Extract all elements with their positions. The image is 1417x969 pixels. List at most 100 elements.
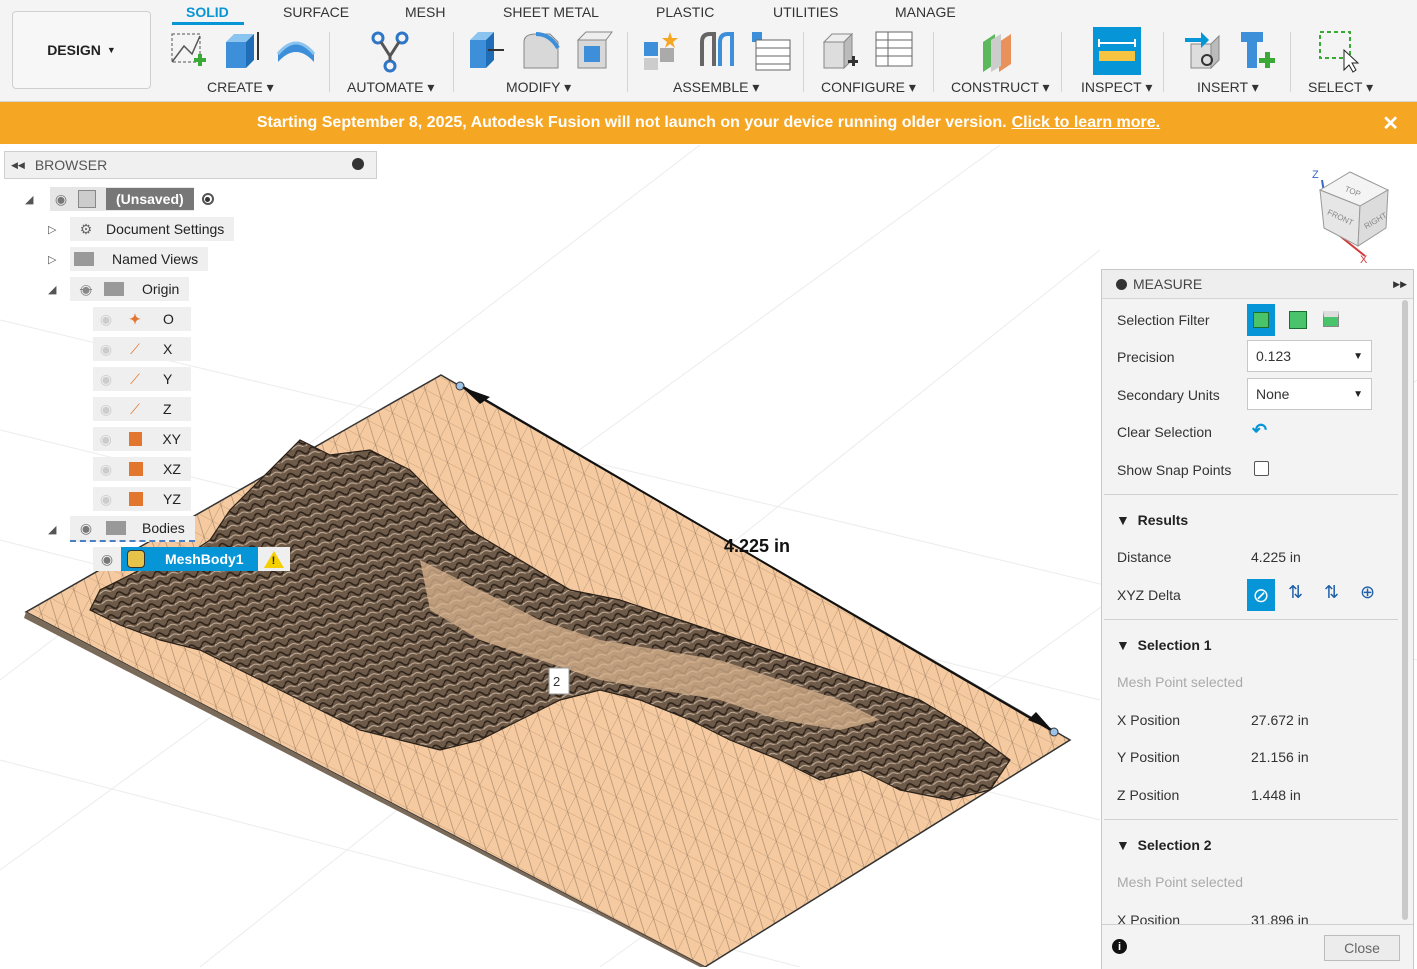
construct-menu[interactable]: CONSTRUCT ▾ — [951, 79, 1050, 96]
distance-value: 4.225 in — [1251, 549, 1301, 565]
browser-header[interactable]: ◀◀ BROWSER — [4, 151, 377, 179]
toolbar-divider — [453, 32, 454, 92]
mesh-body-node[interactable]: ◉ MeshBody1 ! — [93, 547, 290, 571]
eye-icon[interactable]: ◉ — [93, 311, 119, 328]
tab-plastic[interactable]: PLASTIC — [656, 4, 714, 20]
warning-icon[interactable]: ! — [263, 550, 284, 568]
revolve-icon[interactable] — [274, 28, 318, 74]
select-menu[interactable]: SELECT ▾ — [1308, 79, 1373, 96]
panel-divider — [1104, 494, 1398, 495]
assemble-menu[interactable]: ASSEMBLE ▾ — [673, 79, 759, 96]
view-cube[interactable]: TOP FRONT RIGHT Z X — [1312, 169, 1390, 266]
workspace-switcher[interactable]: DESIGN ▼ — [12, 11, 151, 89]
eye-icon[interactable]: ◉ — [93, 341, 119, 358]
eye-icon[interactable]: ◉ — [74, 520, 98, 537]
expand-right-icon[interactable]: ▶▶ — [1393, 279, 1407, 290]
delta-axis-2-icon[interactable]: ⇅ — [1324, 582, 1339, 603]
filter-face-icon[interactable] — [1289, 311, 1307, 329]
expand-document-settings-icon[interactable]: ▷ — [48, 223, 56, 236]
expand-named-views-icon[interactable]: ▷ — [48, 253, 56, 266]
info-icon[interactable]: i — [1112, 939, 1127, 954]
insert-derive-icon[interactable] — [1181, 28, 1225, 74]
extrude-icon[interactable] — [220, 28, 264, 74]
origin-item-xz[interactable]: ◉ XZ — [93, 457, 191, 481]
delta-axis-1-icon[interactable]: ⇅ — [1288, 582, 1303, 603]
delta-axis-3-icon[interactable]: ⊕ — [1360, 582, 1375, 603]
secondary-units-select[interactable]: None ▼ — [1247, 378, 1372, 410]
minimize-icon[interactable] — [352, 158, 364, 170]
automate-icon[interactable] — [368, 28, 412, 74]
active-radio-icon[interactable] — [201, 193, 214, 205]
bill-of-materials-icon[interactable] — [748, 28, 792, 74]
panel-scrollbar[interactable] — [1402, 300, 1408, 920]
construct-plane-icon[interactable] — [977, 28, 1021, 74]
measure-header[interactable]: MEASURE ▶▶ — [1102, 270, 1413, 299]
expand-origin-icon[interactable]: ◢ — [48, 283, 56, 296]
eye-icon[interactable]: ◉ — [93, 371, 119, 388]
named-views-node[interactable]: Named Views — [70, 247, 209, 271]
folder-icon — [74, 252, 94, 266]
shell-icon[interactable] — [572, 28, 616, 74]
select-icon[interactable] — [1316, 28, 1360, 74]
tab-utilities[interactable]: UTILITIES — [773, 4, 838, 20]
configuration-table-icon[interactable] — [872, 28, 916, 74]
toolbar-divider — [1061, 32, 1062, 92]
joint-icon[interactable] — [694, 28, 738, 74]
create-menu[interactable]: CREATE ▾ — [207, 79, 274, 96]
selection-1-point[interactable] — [455, 381, 465, 391]
tab-manage[interactable]: MANAGE — [895, 4, 956, 20]
precision-select[interactable]: 0.123 ▼ — [1247, 340, 1372, 372]
eye-icon[interactable]: ◉ — [93, 431, 119, 448]
configure-icon[interactable] — [818, 28, 862, 74]
inspect-menu[interactable]: INSPECT ▾ — [1081, 79, 1152, 96]
selection-2-section[interactable]: ▼ Selection 2 — [1116, 837, 1212, 853]
delta-none-icon[interactable]: ⊘ — [1247, 579, 1275, 611]
origin-item-yz[interactable]: ◉ YZ — [93, 487, 191, 511]
toolbar-divider — [933, 32, 934, 92]
tab-mesh[interactable]: MESH — [405, 4, 445, 20]
origin-node[interactable]: ◉ Origin — [70, 277, 190, 301]
filter-edge-icon[interactable] — [1323, 311, 1339, 327]
modify-menu[interactable]: MODIFY ▾ — [506, 79, 571, 96]
origin-item-y[interactable]: ◉ ⟋ Y — [93, 367, 191, 391]
eye-hidden-icon[interactable]: ◉ — [74, 281, 98, 298]
selection-1-section[interactable]: ▼ Selection 1 — [1116, 637, 1212, 653]
fillet-icon[interactable] — [518, 28, 562, 74]
press-pull-icon[interactable] — [464, 28, 508, 74]
origin-item-o[interactable]: ◉ ✦ O — [93, 307, 191, 331]
close-button[interactable]: Close — [1324, 935, 1400, 961]
filter-body-icon[interactable] — [1247, 304, 1275, 336]
eye-icon[interactable]: ◉ — [93, 461, 119, 478]
collapse-left-icon[interactable]: ◀◀ — [11, 160, 25, 171]
document-settings-node[interactable]: ⚙ Document Settings — [70, 217, 235, 241]
origin-item-x[interactable]: ◉ ⟋ X — [93, 337, 191, 361]
results-section[interactable]: ▼ Results — [1116, 512, 1188, 528]
bodies-node[interactable]: ◉ Bodies — [70, 516, 195, 542]
eye-icon[interactable]: ◉ — [93, 401, 119, 418]
learn-more-link[interactable]: Click to learn more. — [1012, 114, 1161, 132]
expand-bodies-icon[interactable]: ◢ — [48, 523, 56, 536]
tab-solid[interactable]: SOLID — [186, 4, 229, 20]
eye-icon[interactable]: ◉ — [93, 491, 119, 508]
undo-icon[interactable]: ↶ — [1252, 420, 1267, 441]
browser-root[interactable]: ◉ (Unsaved) — [50, 187, 214, 211]
expand-root-icon[interactable]: ◢ — [25, 193, 33, 206]
insert-menu[interactable]: INSERT ▾ — [1197, 79, 1259, 96]
insert-mcmaster-icon[interactable] — [1235, 28, 1279, 74]
chevron-down-icon: ▼ — [1353, 388, 1363, 400]
measure-icon[interactable] — [1093, 27, 1141, 75]
origin-item-xy[interactable]: ◉ XY — [93, 427, 191, 451]
eye-icon[interactable]: ◉ — [50, 191, 72, 208]
tab-surface[interactable]: SURFACE — [283, 4, 349, 20]
close-icon[interactable]: ✕ — [1382, 111, 1399, 136]
configure-menu[interactable]: CONFIGURE ▾ — [821, 79, 916, 96]
tab-sheet-metal[interactable]: SHEET METAL — [503, 4, 599, 20]
minimize-icon[interactable] — [1116, 278, 1127, 290]
new-component-icon[interactable] — [640, 28, 684, 74]
eye-icon[interactable]: ◉ — [93, 551, 121, 568]
automate-menu[interactable]: AUTOMATE ▾ — [347, 79, 434, 96]
create-sketch-icon[interactable] — [166, 28, 210, 74]
snap-points-checkbox[interactable] — [1254, 461, 1269, 476]
origin-item-z[interactable]: ◉ ⟋ Z — [93, 397, 191, 421]
axis-x-label: X — [1360, 254, 1368, 266]
